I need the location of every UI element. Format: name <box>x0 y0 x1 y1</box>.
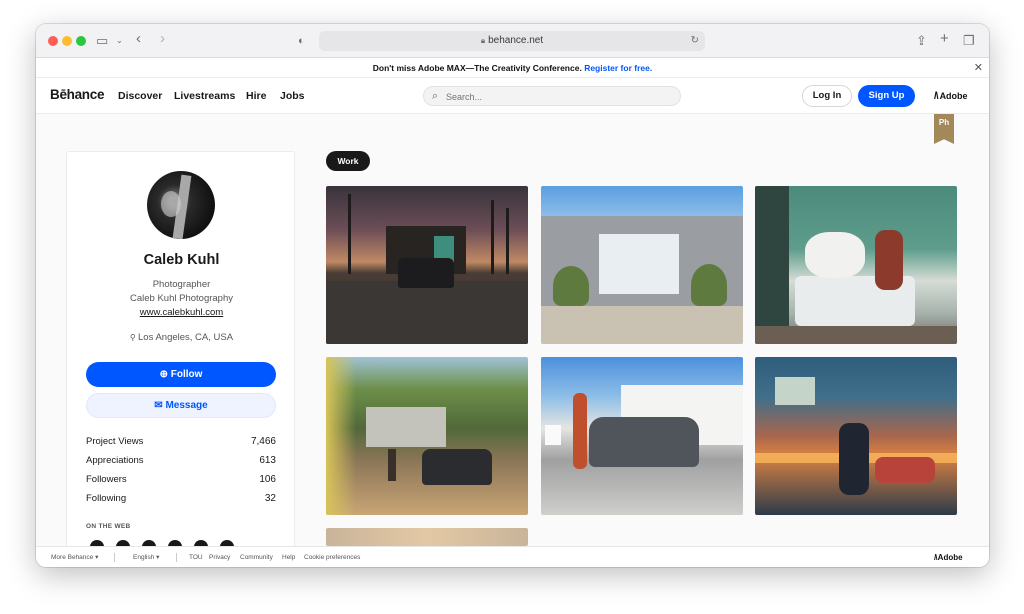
close-window-button[interactable] <box>48 36 58 46</box>
project-tile[interactable] <box>541 186 743 344</box>
project-tile[interactable] <box>755 186 957 344</box>
stat-label: Project Views <box>86 436 144 447</box>
adobe-icon: /\ <box>934 91 938 102</box>
address-bar[interactable]: 🔒︎ behance.net ↻ <box>319 31 705 51</box>
avatar[interactable] <box>147 171 215 239</box>
nav-livestreams[interactable]: Livestreams <box>174 90 235 102</box>
promo-text: Don't miss Adobe MAX—The Creativity Conf… <box>372 63 582 73</box>
lock-icon: 🔒︎ <box>480 36 486 45</box>
project-tile[interactable] <box>326 186 528 344</box>
search-icon: ⌕ <box>432 90 439 102</box>
search-bar: ⌕ <box>423 86 681 106</box>
share-icon[interactable]: ⇪ <box>916 33 927 49</box>
profile-location: ⚲ Los Angeles, CA, USA <box>67 332 294 343</box>
on-the-web-heading: ON THE WEB <box>86 523 131 530</box>
adobe-logo[interactable]: /\ Adobe <box>934 91 968 102</box>
project-tile[interactable] <box>541 357 743 515</box>
follow-label: Follow <box>170 369 203 380</box>
plus-circle-icon: ⊕ <box>159 369 171 380</box>
footer-adobe-logo[interactable]: /\ Adobe <box>934 547 963 567</box>
url-text: behance.net <box>488 35 544 46</box>
photoshop-ribbon[interactable]: Ph <box>934 114 954 144</box>
chevron-down-icon[interactable]: ⌄ <box>116 33 123 49</box>
promo-register-link[interactable]: Register for free. <box>584 63 652 73</box>
chevron-down-icon: ▾ <box>156 554 160 561</box>
reload-icon[interactable]: ↻ <box>691 31 699 51</box>
footer-link-cookie-preferences[interactable]: Cookie preferences <box>304 547 360 567</box>
browser-window: ▭ ⌄ ‹ › ◐ 🔒︎ behance.net ↻ ⇪ + ❐ Don't mi… <box>36 24 989 567</box>
browser-toolbar: ▭ ⌄ ‹ › ◐ 🔒︎ behance.net ↻ ⇪ + ❐ <box>36 24 989 58</box>
project-tile[interactable] <box>326 528 528 546</box>
envelope-icon: ✉ <box>154 400 166 411</box>
zoom-window-button[interactable] <box>76 36 86 46</box>
follow-button[interactable]: ⊕ Follow <box>86 362 276 387</box>
footer: More Behance ▾ English ▾ TOU Privacy Com… <box>36 546 989 567</box>
profile-role: Photographer <box>152 279 211 290</box>
tabs-icon[interactable]: ❐ <box>963 33 975 49</box>
stat-value: 613 <box>259 455 276 466</box>
project-tile[interactable] <box>326 357 528 515</box>
footer-language-select[interactable]: English ▾ <box>133 547 159 567</box>
footer-link-community[interactable]: Community <box>240 547 273 567</box>
tab-work[interactable]: Work <box>326 151 370 171</box>
footer-adobe-label: Adobe <box>937 553 963 562</box>
stat-value: 7,466 <box>250 436 276 447</box>
top-nav: Bēhance Discover Livestreams Hire Jobs ⌕… <box>36 78 989 114</box>
profile-name: Caleb Kuhl <box>143 252 220 268</box>
stat-value: 32 <box>264 493 276 504</box>
behance-logo[interactable]: Bēhance <box>50 87 104 102</box>
nav-hire[interactable]: Hire <box>246 90 266 102</box>
stat-label: Followers <box>86 474 127 485</box>
stat-label: Appreciations <box>86 455 144 466</box>
forward-icon[interactable]: › <box>160 31 165 47</box>
stat-appreciations: Appreciations 613 <box>86 455 276 466</box>
login-button[interactable]: Log In <box>802 85 852 107</box>
stat-label: Following <box>86 493 127 504</box>
footer-link-tou[interactable]: TOU <box>189 547 203 567</box>
promo-banner: Don't miss Adobe MAX—The Creativity Conf… <box>36 58 989 78</box>
profile-company: Caleb Kuhl Photography <box>130 293 233 304</box>
search-input[interactable] <box>446 90 666 103</box>
nav-jobs[interactable]: Jobs <box>280 90 305 102</box>
profile-website-link[interactable]: www.calebkuhl.com <box>67 307 294 318</box>
back-icon[interactable]: ‹ <box>136 31 141 47</box>
project-tile[interactable] <box>755 357 957 515</box>
footer-more-behance[interactable]: More Behance ▾ <box>51 547 98 567</box>
nav-discover[interactable]: Discover <box>118 90 162 102</box>
footer-link-help[interactable]: Help <box>282 547 295 567</box>
message-button[interactable]: ✉ Message <box>86 393 276 418</box>
minimize-window-button[interactable] <box>62 36 72 46</box>
location-pin-icon: ⚲ <box>129 333 139 342</box>
new-tab-icon[interactable]: + <box>940 31 949 47</box>
sidebar-icon[interactable]: ▭ <box>96 33 108 49</box>
stat-project-views: Project Views 7,466 <box>86 436 276 447</box>
adobe-label: Adobe <box>939 91 968 101</box>
close-icon[interactable]: ✕ <box>974 58 983 78</box>
location-text: Los Angeles, CA, USA <box>138 332 234 343</box>
stat-followers[interactable]: Followers 106 <box>86 474 276 485</box>
footer-link-privacy[interactable]: Privacy <box>209 547 230 567</box>
chevron-down-icon: ▾ <box>95 554 99 561</box>
stat-value: 106 <box>259 474 276 485</box>
profile-card: Caleb Kuhl Photographer Caleb Kuhl Photo… <box>66 151 295 551</box>
footer-more-label: More Behance <box>51 554 94 561</box>
footer-language-label: English <box>133 554 155 561</box>
stat-following[interactable]: Following 32 <box>86 493 276 504</box>
signup-button[interactable]: Sign Up <box>858 85 915 107</box>
message-label: Message <box>165 400 208 411</box>
shield-icon[interactable]: ◐ <box>298 33 305 49</box>
